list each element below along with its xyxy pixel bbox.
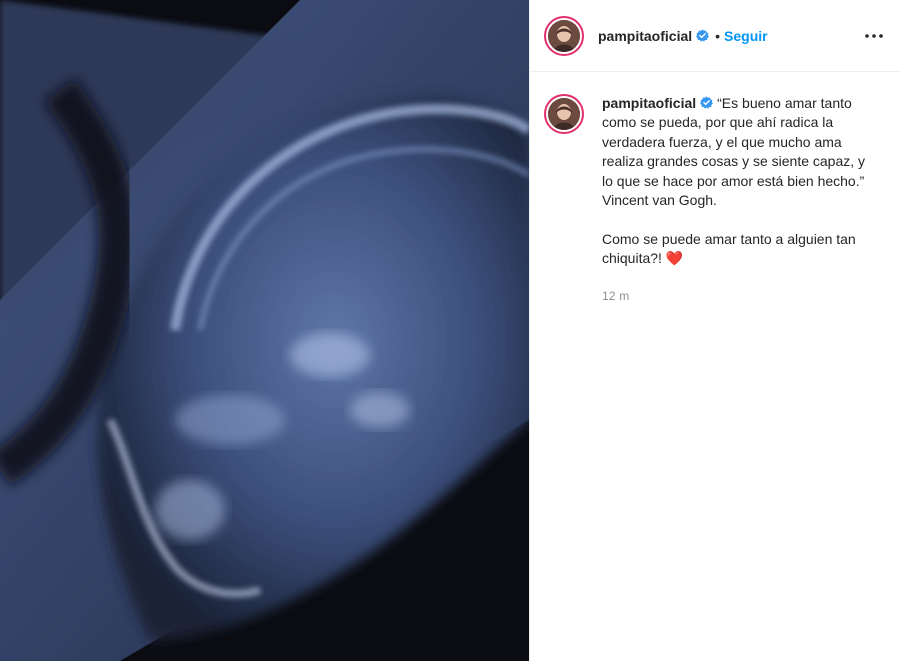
caption-text: “Es bueno amar tanto como se pueda, por … bbox=[602, 95, 866, 267]
instagram-post: pampitaoficial • Seguir pampitaoficial “… bbox=[0, 0, 900, 661]
verified-badge-icon bbox=[700, 96, 714, 109]
post-sidebar: pampitaoficial • Seguir pampitaoficial “… bbox=[529, 0, 900, 661]
separator-dot: • bbox=[715, 27, 721, 44]
verified-badge-icon bbox=[696, 29, 710, 42]
follow-button[interactable]: Seguir bbox=[724, 28, 768, 44]
more-options-button[interactable] bbox=[862, 24, 886, 48]
caption-body: pampitaoficial “Es bueno amar tanto como… bbox=[602, 94, 872, 306]
caption-comment: pampitaoficial “Es bueno amar tanto como… bbox=[530, 72, 900, 306]
username-link[interactable]: pampitaoficial bbox=[598, 28, 692, 44]
caption-avatar[interactable] bbox=[544, 94, 584, 134]
profile-avatar[interactable] bbox=[544, 15, 584, 56]
avatar-photo-icon bbox=[548, 98, 580, 130]
post-header: pampitaoficial • Seguir bbox=[530, 0, 900, 72]
more-horizontal-icon bbox=[865, 33, 883, 38]
avatar-photo-icon bbox=[548, 19, 580, 52]
ultrasound-image bbox=[0, 0, 529, 661]
post-image[interactable] bbox=[0, 0, 529, 661]
caption-username-link[interactable]: pampitaoficial bbox=[602, 95, 696, 111]
post-timestamp[interactable]: 12 m bbox=[602, 287, 872, 306]
